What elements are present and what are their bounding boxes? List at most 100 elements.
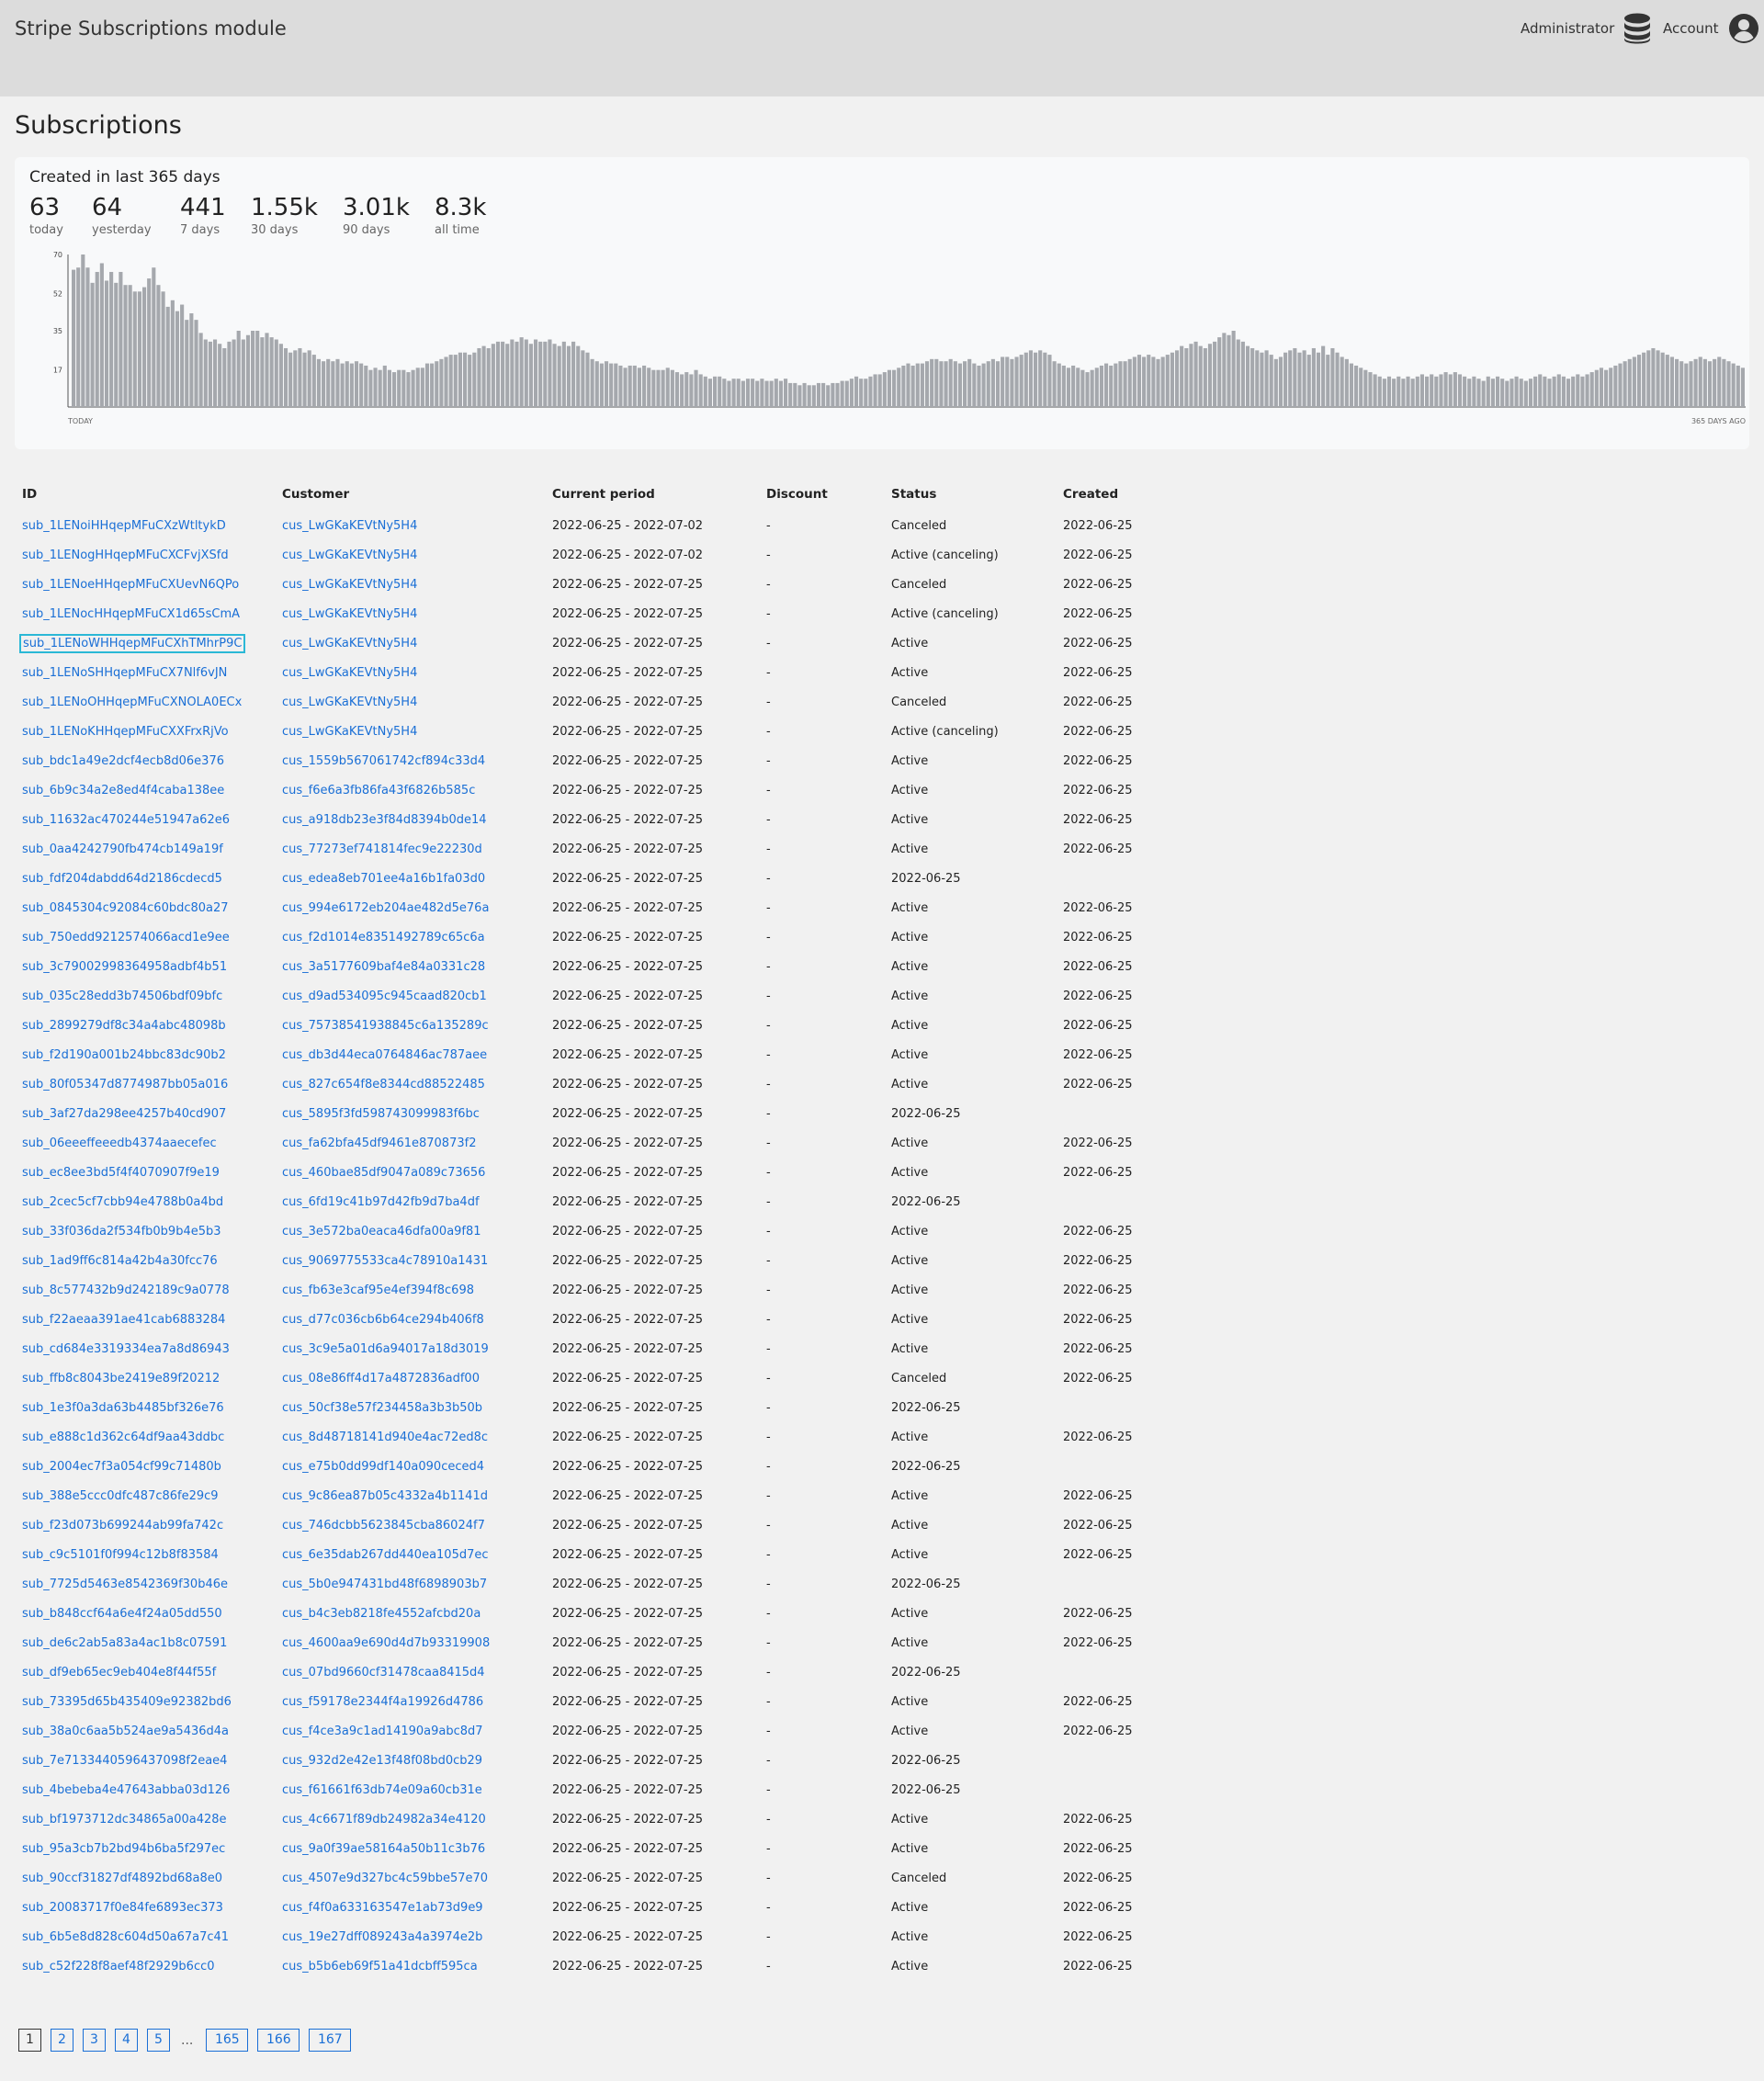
subscription-id-link[interactable]: sub_1LENoOHHqepMFuCXNOLA0ECx (22, 696, 242, 709)
subscription-id-link[interactable]: sub_1ad9ff6c814a42b4a30fcc76 (22, 1254, 218, 1268)
subscription-id-link[interactable]: sub_2899279df8c34a4abc48098b (22, 1019, 226, 1033)
customer-id-link[interactable]: cus_f59178e2344f4a19926d4786 (282, 1695, 483, 1709)
customer-id-link[interactable]: cus_LwGKaKEVtNy5H4 (282, 725, 417, 739)
page-button-2[interactable]: 2 (51, 2029, 74, 2052)
customer-id-link[interactable]: cus_6e35dab267dd440ea105d7ec (282, 1548, 489, 1562)
subscription-id-link[interactable]: sub_f22aeaa391ae41cab6883284 (22, 1313, 225, 1327)
customer-id-link[interactable]: cus_LwGKaKEVtNy5H4 (282, 666, 417, 680)
customer-id-link[interactable]: cus_b4c3eb8218fe4552afcbd20a (282, 1607, 481, 1621)
administrator-menu[interactable]: Administrator (1521, 13, 1651, 44)
subscription-id-link[interactable]: sub_ffb8c8043be2419e89f20212 (22, 1372, 220, 1385)
column-header-id[interactable]: ID (0, 478, 282, 511)
page-button-4[interactable]: 4 (115, 2029, 138, 2052)
customer-id-link[interactable]: cus_5b0e947431bd48f6898903b7 (282, 1578, 487, 1591)
customer-id-link[interactable]: cus_50cf38e57f234458a3b3b50b (282, 1401, 482, 1415)
page-button-165[interactable]: 165 (206, 2029, 249, 2052)
subscription-id-link[interactable]: sub_4bebeba4e47643abba03d126 (22, 1783, 230, 1797)
subscription-id-link[interactable]: sub_ec8ee3bd5f4f4070907f9e19 (22, 1166, 220, 1180)
customer-id-link[interactable]: cus_3c9e5a01d6a94017a18d3019 (282, 1342, 489, 1356)
column-header-customer[interactable]: Customer (282, 478, 552, 511)
subscription-id-link[interactable]: sub_2cec5cf7cbb94e4788b0a4bd (22, 1195, 223, 1209)
customer-id-link[interactable]: cus_932d2e42e13f48f08bd0cb29 (282, 1754, 482, 1768)
customer-id-link[interactable]: cus_db3d44eca0764846ac787aee (282, 1048, 487, 1062)
subscription-id-link[interactable]: sub_6b9c34a2e8ed4f4caba138ee (22, 784, 224, 797)
subscription-id-link[interactable]: sub_e888c1d362c64df9aa43ddbc (22, 1431, 224, 1444)
customer-id-link[interactable]: cus_994e6172eb204ae482d5e76a (282, 901, 489, 915)
subscription-id-link[interactable]: sub_1LENoiHHqepMFuCXzWtltykD (22, 519, 226, 533)
customer-id-link[interactable]: cus_f61661f63db74e09a60cb31e (282, 1783, 482, 1797)
customer-id-link[interactable]: cus_4c6671f89db24982a34e4120 (282, 1813, 486, 1827)
page-button-5[interactable]: 5 (147, 2029, 170, 2052)
column-header-created[interactable]: Created (1063, 478, 1247, 511)
subscription-id-link[interactable]: sub_b848ccf64a6e4f24a05dd550 (22, 1607, 222, 1621)
subscription-id-link[interactable]: sub_2004ec7f3a054cf99c71480b (22, 1460, 221, 1474)
customer-id-link[interactable]: cus_LwGKaKEVtNy5H4 (282, 607, 417, 621)
customer-id-link[interactable]: cus_3e572ba0eaca46dfa00a9f81 (282, 1225, 481, 1238)
subscription-id-link[interactable]: sub_80f05347d8774987bb05a016 (22, 1078, 228, 1091)
column-header-status[interactable]: Status (891, 478, 1063, 511)
customer-id-link[interactable]: cus_fb63e3caf95e4ef394f8c698 (282, 1284, 474, 1297)
customer-id-link[interactable]: cus_e75b0dd99df140a090ceced4 (282, 1460, 484, 1474)
page-button-3[interactable]: 3 (83, 2029, 106, 2052)
subscription-id-link[interactable]: sub_c9c5101f0f994c12b8f83584 (22, 1548, 219, 1562)
subscription-id-link[interactable]: sub_3af27da298ee4257b40cd907 (22, 1107, 226, 1121)
subscription-id-link[interactable]: sub_de6c2ab5a83a4ac1b8c07591 (22, 1636, 227, 1650)
subscription-id-link[interactable]: sub_f2d190a001b24bbc83dc90b2 (22, 1048, 226, 1062)
customer-id-link[interactable]: cus_08e86ff4d17a4872836adf00 (282, 1372, 480, 1385)
customer-id-link[interactable]: cus_LwGKaKEVtNy5H4 (282, 519, 417, 533)
subscription-id-link[interactable]: sub_38a0c6aa5b524ae9a5436d4a (22, 1725, 229, 1738)
customer-id-link[interactable]: cus_f2d1014e8351492789c65c6a (282, 931, 485, 944)
subscription-id-link[interactable]: sub_fdf204dabdd64d2186cdecd5 (22, 872, 222, 886)
subscription-id-link[interactable]: sub_06eeeffeeedb4374aaecefec (22, 1137, 217, 1150)
subscription-id-link[interactable]: sub_0aa4242790fb474cb149a19f (22, 843, 223, 856)
customer-id-link[interactable]: cus_9c86ea87b05c4332a4b1141d (282, 1489, 488, 1503)
subscription-id-link[interactable]: sub_8c577432b9d242189c9a0778 (22, 1284, 230, 1297)
customer-id-link[interactable]: cus_f4f0a633163547e1ab73d9e9 (282, 1901, 483, 1915)
subscription-id-link[interactable]: sub_1LENocHHqepMFuCX1d65sCmA (22, 607, 240, 621)
subscription-id-link[interactable]: sub_20083717f0e84fe6893ec373 (22, 1901, 223, 1915)
customer-id-link[interactable]: cus_460bae85df9047a089c73656 (282, 1166, 485, 1180)
subscription-id-link[interactable]: sub_6b5e8d828c604d50a67a7c41 (22, 1930, 229, 1944)
page-button-167[interactable]: 167 (309, 2029, 352, 2052)
subscription-id-link[interactable]: sub_df9eb65ec9eb404e8f44f55f (22, 1666, 216, 1680)
subscription-id-link[interactable]: sub_1LENoeHHqepMFuCXUevN6QPo (22, 578, 239, 592)
column-header-current-period[interactable]: Current period (552, 478, 766, 511)
customer-id-link[interactable]: cus_9069775533ca4c78910a1431 (282, 1254, 488, 1268)
customer-id-link[interactable]: cus_07bd9660cf31478caa8415d4 (282, 1666, 485, 1680)
subscription-id-link[interactable]: sub_3c79002998364958adbf4b51 (22, 960, 227, 974)
customer-id-link[interactable]: cus_d77c036cb6b64ce294b406f8 (282, 1313, 484, 1327)
page-button-166[interactable]: 166 (257, 2029, 300, 2052)
subscription-id-link[interactable]: sub_c52f228f8aef48f2929b6cc0 (22, 1960, 215, 1974)
customer-id-link[interactable]: cus_5895f3fd598743099983f6bc (282, 1107, 480, 1121)
account-menu[interactable]: Account (1663, 13, 1759, 44)
subscription-id-link[interactable]: sub_7725d5463e8542369f30b46e (22, 1578, 228, 1591)
customer-id-link[interactable]: cus_19e27dff089243a4a3974e2b (282, 1930, 482, 1944)
subscription-id-link[interactable]: sub_cd684e3319334ea7a8d86943 (22, 1342, 230, 1356)
customer-id-link[interactable]: cus_f6e6a3fb86fa43f6826b585c (282, 784, 475, 797)
customer-id-link[interactable]: cus_827c654f8e8344cd88522485 (282, 1078, 485, 1091)
customer-id-link[interactable]: cus_LwGKaKEVtNy5H4 (282, 549, 417, 562)
subscription-id-link[interactable]: sub_bf1973712dc34865a00a428e (22, 1813, 227, 1827)
subscription-id-link[interactable]: sub_035c28edd3b74506bdf09bfc (22, 990, 222, 1003)
customer-id-link[interactable]: cus_LwGKaKEVtNy5H4 (282, 696, 417, 709)
customer-id-link[interactable]: cus_6fd19c41b97d42fb9d7ba4df (282, 1195, 480, 1209)
customer-id-link[interactable]: cus_fa62bfa45df9461e870873f2 (282, 1137, 476, 1150)
customer-id-link[interactable]: cus_8d48718141d940e4ac72ed8c (282, 1431, 488, 1444)
subscription-id-link[interactable]: sub_0845304c92084c60bdc80a27 (22, 901, 229, 915)
subscription-id-link[interactable]: sub_90ccf31827df4892bd68a8e0 (22, 1872, 222, 1885)
subscription-id-link[interactable]: sub_11632ac470244e51947a62e6 (22, 813, 230, 827)
subscription-id-link[interactable]: sub_1LENoWHHqepMFuCXhTMhrP9C (18, 633, 246, 653)
customer-id-link[interactable]: cus_1559b567061742cf894c33d4 (282, 754, 485, 768)
column-header-discount[interactable]: Discount (766, 478, 891, 511)
customer-id-link[interactable]: cus_f4ce3a9c1ad14190a9abc8d7 (282, 1725, 483, 1738)
subscription-id-link[interactable]: sub_388e5ccc0dfc487c86fe29c9 (22, 1489, 219, 1503)
subscription-id-link[interactable]: sub_f23d073b699244ab99fa742c (22, 1519, 223, 1532)
subscription-id-link[interactable]: sub_95a3cb7b2bd94b6ba5f297ec (22, 1842, 225, 1856)
customer-id-link[interactable]: cus_4507e9d327bc4c59bbe57e70 (282, 1872, 488, 1885)
subscription-id-link[interactable]: sub_750edd9212574066acd1e9ee (22, 931, 230, 944)
subscription-id-link[interactable]: sub_7e7133440596437098f2eae4 (22, 1754, 227, 1768)
customer-id-link[interactable]: cus_LwGKaKEVtNy5H4 (282, 637, 417, 650)
customer-id-link[interactable]: cus_b5b6eb69f51a41dcbff595ca (282, 1960, 478, 1974)
subscription-id-link[interactable]: sub_1e3f0a3da63b4485bf326e76 (22, 1401, 224, 1415)
customer-id-link[interactable]: cus_4600aa9e690d4d7b93319908 (282, 1636, 490, 1650)
